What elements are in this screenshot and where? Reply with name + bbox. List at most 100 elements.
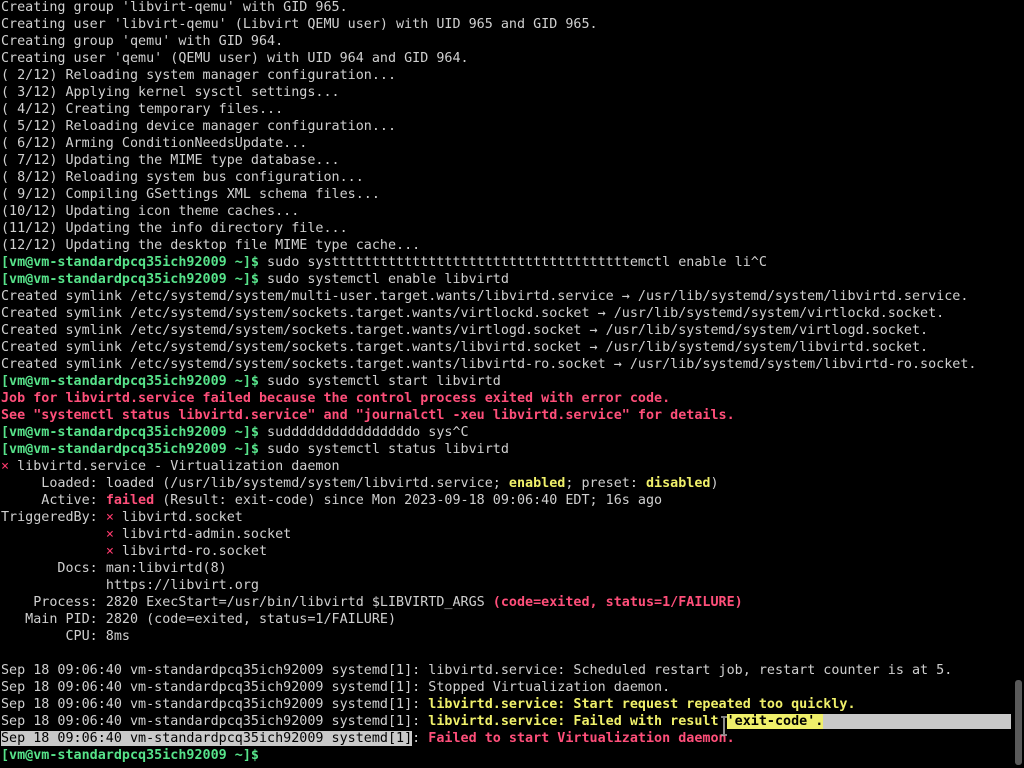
- output-line: Created symlink /etc/systemd/system/sock…: [1, 323, 929, 338]
- status-loaded-line: Loaded: loaded (/usr/lib/systemd/system/…: [1, 475, 1011, 492]
- journal-message: libvirtd.service: Scheduled restart job,…: [428, 663, 953, 678]
- terminal-output: Creating group 'libvirt-qemu' with GID 9…: [1, 0, 1011, 764]
- journal-message: libvirtd.service: Start request repeated…: [428, 697, 856, 712]
- selected-period[interactable]: .: [815, 714, 824, 729]
- output-line: Creating user 'qemu' (QEMU user) with UI…: [1, 51, 469, 66]
- active-failed: failed: [105, 493, 155, 508]
- failed-x-icon: ×: [1, 459, 10, 474]
- failed-x-icon: ×: [105, 527, 114, 542]
- failed-x-icon: ×: [105, 544, 114, 559]
- output-line: Creating group 'qemu' with GID 964.: [1, 34, 284, 49]
- command-text: sudo systemctl status libvirtd: [258, 442, 509, 457]
- journal-line: Sep 18 09:06:40 vm-standardpcq35ich92009…: [1, 662, 1011, 679]
- journal-message: Stopped Virtualization daemon.: [428, 680, 671, 695]
- output-line: Creating user 'libvirt-qemu' (Libvirt QE…: [1, 17, 598, 32]
- loaded-label: Loaded:: [1, 476, 106, 491]
- error-line: See "systemctl status libvirtd.service" …: [1, 408, 735, 423]
- command-line: [vm@vm-standardpcq35ich92009 ~]$ suddddd…: [1, 424, 1011, 441]
- journal-prefix: Sep 18 09:06:40 vm-standardpcq35ich92009…: [1, 663, 429, 678]
- trigger-socket: libvirtd.socket: [113, 510, 243, 525]
- selected-exit-code[interactable]: 'exit-code': [726, 714, 816, 729]
- command-line: [vm@vm-standardpcq35ich92009 ~]$ sudo sy…: [1, 373, 1011, 390]
- docs-entry: man:libvirtd(8): [105, 561, 227, 576]
- shell-prompt: [vm@vm-standardpcq35ich92009 ~]$: [1, 442, 259, 457]
- output-line: (12/12) Updating the desktop file MIME t…: [1, 238, 421, 253]
- output-line: ( 5/12) Reloading device manager configu…: [1, 119, 397, 134]
- loaded-disabled: disabled: [645, 476, 711, 491]
- journal-prefix: Sep 18 09:06:40 vm-standardpcq35ich92009…: [1, 697, 429, 712]
- shell-prompt: [vm@vm-standardpcq35ich92009 ~]$: [1, 255, 259, 270]
- output-line: (11/12) Updating the info directory file…: [1, 221, 348, 236]
- command-line: [vm@vm-standardpcq35ich92009 ~]$ sudo sy…: [1, 254, 1011, 271]
- status-active-line: Active: failed (Result: exit-code) since…: [1, 492, 1011, 509]
- terminal-window[interactable]: Creating group 'libvirt-qemu' with GID 9…: [0, 0, 1024, 768]
- command-text: suddddddddddddddddo sys^C: [258, 425, 469, 440]
- command-text: sudo systemctl enable libvirtd: [258, 272, 509, 287]
- status-title: libvirtd.service - Virtualization daemon: [9, 459, 340, 474]
- triggered-line: × libvirtd-admin.socket: [1, 526, 1011, 543]
- error-line: Job for libvirtd.service failed because …: [1, 391, 671, 406]
- active-rest: (Result: exit-code) since Mon 2023-09-18…: [154, 493, 663, 508]
- process-line: Process: 2820 ExecStart=/usr/bin/libvirt…: [1, 594, 1011, 611]
- docs-entry: https://libvirt.org: [105, 578, 259, 593]
- shell-prompt: [vm@vm-standardpcq35ich92009 ~]$: [1, 425, 259, 440]
- output-line: ( 8/12) Reloading system bus configurati…: [1, 170, 364, 185]
- output-line: (10/12) Updating icon theme caches...: [1, 204, 300, 219]
- output-line: ( 3/12) Applying kernel sysctl settings.…: [1, 85, 340, 100]
- output-line: ( 4/12) Creating temporary files...: [1, 102, 284, 117]
- text-cursor-icon: [721, 716, 727, 736]
- shell-prompt: [vm@vm-standardpcq35ich92009 ~]$: [1, 374, 259, 389]
- command-line: [vm@vm-standardpcq35ich92009 ~]$ sudo sy…: [1, 441, 1011, 458]
- journal-line: Sep 18 09:06:40 vm-standardpcq35ich92009…: [1, 679, 1011, 696]
- journal-line-selected[interactable]: Sep 18 09:06:40 vm-standardpcq35ich92009…: [1, 730, 1011, 747]
- triggered-line: TriggeredBy: × libvirtd.socket: [1, 509, 1011, 526]
- journal-line-selected[interactable]: Sep 18 09:06:40 vm-standardpcq35ich92009…: [1, 713, 1011, 730]
- loaded-enabled: enabled: [508, 476, 566, 491]
- status-title-line: × libvirtd.service - Virtualization daem…: [1, 458, 1011, 475]
- output-line: ( 6/12) Arming ConditionNeedsUpdate...: [1, 136, 308, 151]
- journal-prefix: Sep 18 09:06:40 vm-standardpcq35ich92009…: [1, 680, 429, 695]
- loaded-post: ): [710, 476, 719, 491]
- triggered-label: TriggeredBy:: [1, 510, 106, 525]
- loaded-path: loaded (/usr/lib/systemd/system/libvirtd…: [105, 476, 509, 491]
- journal-line: Sep 18 09:06:40 vm-standardpcq35ich92009…: [1, 696, 1011, 713]
- process-failure: (code=exited, status=1/FAILURE): [492, 595, 743, 610]
- selection-fill[interactable]: [823, 713, 1011, 729]
- journal-message: Failed to start Virtualization daemon.: [428, 731, 735, 746]
- journal-message: libvirtd.service: Failed with result: [428, 714, 727, 729]
- docs-label: Docs:: [1, 561, 106, 576]
- output-line: ( 2/12) Reloading system manager configu…: [1, 68, 397, 83]
- journal-prefix: Sep 18 09:06:40 vm-standardpcq35ich92009…: [1, 714, 429, 729]
- output-line: Created symlink /etc/systemd/system/sock…: [1, 306, 945, 321]
- command-line[interactable]: [vm@vm-standardpcq35ich92009 ~]$: [1, 747, 1011, 764]
- scrollbar-thumb[interactable]: [1015, 680, 1022, 765]
- output-line: Created symlink /etc/systemd/system/sock…: [1, 340, 929, 355]
- shell-prompt: [vm@vm-standardpcq35ich92009 ~]$: [1, 748, 259, 763]
- docs-line: https://libvirt.org: [1, 577, 1011, 594]
- docs-line: Docs: man:libvirtd(8): [1, 560, 1011, 577]
- command-text: sudo systttttttttttttttttttttttttttttttt…: [258, 255, 767, 270]
- process-label: Process:: [1, 595, 106, 610]
- shell-prompt: [vm@vm-standardpcq35ich92009 ~]$: [1, 272, 259, 287]
- selected-journal-prefix[interactable]: Sep 18 09:06:40 vm-standardpcq35ich92009…: [1, 731, 413, 746]
- command-text: sudo systemctl start libvirtd: [258, 374, 501, 389]
- output-line: Created symlink /etc/systemd/system/mult…: [1, 289, 969, 304]
- trigger-socket: libvirtd-admin.socket: [113, 527, 292, 542]
- command-line: [vm@vm-standardpcq35ich92009 ~]$ sudo sy…: [1, 271, 1011, 288]
- failed-x-icon: ×: [105, 510, 114, 525]
- process-main: 2820 ExecStart=/usr/bin/libvirtd $LIBVIR…: [105, 595, 493, 610]
- cpu-line: CPU: 8ms: [1, 629, 130, 644]
- output-line: Created symlink /etc/systemd/system/sock…: [1, 357, 977, 372]
- output-line: ( 7/12) Updating the MIME type database.…: [1, 153, 340, 168]
- output-line: ( 9/12) Compiling GSettings XML schema f…: [1, 187, 380, 202]
- output-line: Creating group 'libvirt-qemu' with GID 9…: [1, 0, 348, 15]
- journal-colon: :: [412, 731, 429, 746]
- triggered-line: × libvirtd-ro.socket: [1, 543, 1011, 560]
- trigger-socket: libvirtd-ro.socket: [113, 544, 268, 559]
- active-label: Active:: [1, 493, 106, 508]
- mainpid-line: Main PID: 2820 (code=exited, status=1/FA…: [1, 612, 397, 627]
